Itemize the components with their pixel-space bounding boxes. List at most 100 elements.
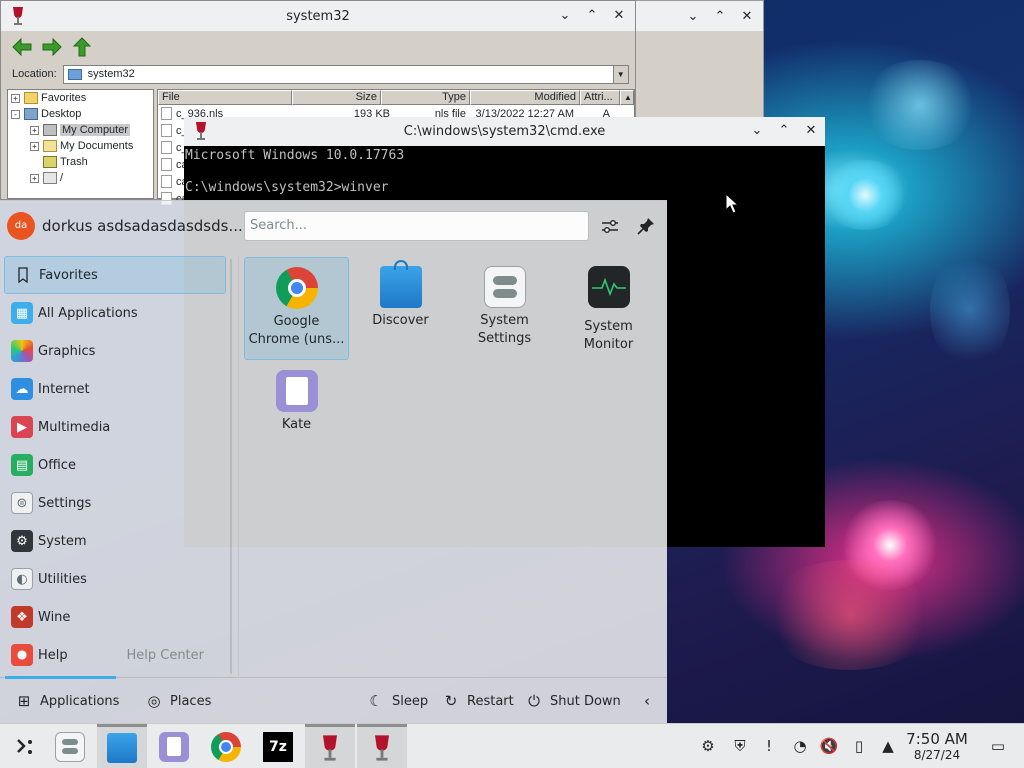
updates-icon[interactable]: ◔ <box>790 736 810 756</box>
wine-glass-icon <box>375 735 389 761</box>
minimize-icon[interactable]: ⌄ <box>557 8 573 23</box>
category-favorites[interactable]: Favorites <box>4 256 226 294</box>
column-size[interactable]: Size <box>292 90 381 105</box>
drive-icon <box>43 172 57 184</box>
tab-applications[interactable]: ⊞ Applications <box>14 678 120 724</box>
app-label: Settings <box>477 331 532 346</box>
help-center-link[interactable]: Help Center <box>126 648 204 663</box>
shutdown-button[interactable]: ⏻ Shut Down <box>524 678 621 724</box>
category-system[interactable]: ⚙ System <box>4 522 226 560</box>
clock[interactable]: 7:50 AM 8/27/24 <box>900 731 974 763</box>
show-desktop-icon[interactable]: ▭ <box>988 736 1008 756</box>
app-label: Monitor <box>583 337 634 352</box>
column-file[interactable]: File <box>158 90 292 105</box>
category-wine[interactable]: ❖ Wine <box>4 598 226 636</box>
more-button[interactable]: ‹ <box>637 678 663 724</box>
grid-icon: ▦ <box>11 302 33 324</box>
maximize-icon[interactable]: ⌃ <box>584 8 600 23</box>
expand-icon[interactable]: + <box>30 141 39 151</box>
expand-icon[interactable]: + <box>11 93 20 103</box>
close-icon[interactable]: ✕ <box>611 8 627 23</box>
launcher-button[interactable] <box>0 724 50 768</box>
tree-item-my-documents[interactable]: + My Documents <box>8 138 153 154</box>
compass-icon: ◎ <box>147 692 161 710</box>
category-all-applications[interactable]: ▦ All Applications <box>4 294 226 332</box>
app-kate[interactable]: Kate <box>244 361 349 464</box>
tree-item-favorites[interactable]: + Favorites <box>8 90 153 106</box>
avatar[interactable]: da <box>7 212 35 240</box>
forward-arrow-icon[interactable] <box>41 36 63 58</box>
scroll-up-icon[interactable]: ▲ <box>620 90 634 105</box>
maximize-icon[interactable]: ⌃ <box>776 123 792 138</box>
app-discover[interactable]: Discover <box>348 257 453 360</box>
close-icon[interactable]: ✕ <box>803 123 819 138</box>
back-arrow-icon[interactable] <box>11 36 33 58</box>
console-line: C:\windows\system32>winver <box>185 180 389 195</box>
sleep-icon: ☾ <box>369 692 383 710</box>
maximize-icon[interactable]: ⌃ <box>712 9 728 24</box>
app-system-monitor[interactable]: System Monitor <box>556 257 661 360</box>
network-icon[interactable]: ⚙ <box>698 736 718 756</box>
launcher-footer: ⊞ Applications ◎ Places ☾ Sleep ↻ Restar… <box>0 676 667 724</box>
minimize-icon[interactable]: ⌄ <box>685 9 701 24</box>
user-name: dorkus asdsadasdasdsds... <box>42 217 243 235</box>
button-label: Sleep <box>392 693 429 709</box>
dropdown-arrow-icon[interactable]: ▼ <box>612 65 628 83</box>
taskbar-wine-explorer[interactable] <box>305 724 355 768</box>
category-utilities[interactable]: ◐ Utilities <box>4 560 226 598</box>
category-help[interactable]: Help Help Center <box>4 636 226 674</box>
column-modified[interactable]: Modified <box>470 90 580 105</box>
notification-icon[interactable]: ! <box>759 736 779 756</box>
location-label: Location: <box>12 68 57 80</box>
tree-item-trash[interactable]: Trash <box>8 154 153 170</box>
close-icon[interactable]: ✕ <box>739 9 755 24</box>
expand-icon[interactable]: + <box>30 125 39 135</box>
system-settings-icon <box>55 731 85 762</box>
file-icon <box>161 141 172 154</box>
console-line: Microsoft Windows 10.0.17763 <box>185 148 405 163</box>
pin-icon[interactable] <box>635 215 657 237</box>
column-type[interactable]: Type <box>381 90 470 105</box>
collapse-icon[interactable]: - <box>11 109 20 119</box>
taskbar-kate[interactable] <box>149 724 199 768</box>
taskbar-system-settings[interactable] <box>45 724 95 768</box>
sliders-icon[interactable] <box>599 215 621 237</box>
scrollbar[interactable] <box>230 259 232 674</box>
expand-icon[interactable]: + <box>30 173 39 183</box>
button-label: Restart <box>467 693 514 709</box>
search-input[interactable]: Search... <box>244 211 589 241</box>
app-label: Google <box>273 314 320 329</box>
sleep-button[interactable]: ☾ Sleep <box>366 678 428 724</box>
category-label: System <box>38 533 87 549</box>
app-system-settings[interactable]: System Settings <box>452 257 557 360</box>
category-graphics[interactable]: Graphics <box>4 332 226 370</box>
taskbar-wine-cmd[interactable] <box>357 724 407 768</box>
taskbar-discover[interactable] <box>97 724 147 768</box>
location-input[interactable]: system32 ▼ <box>62 64 629 84</box>
tab-places[interactable]: ◎ Places <box>144 678 211 724</box>
restart-button[interactable]: ↻ Restart <box>441 678 514 724</box>
up-arrow-icon[interactable] <box>71 36 93 58</box>
tree-item-root[interactable]: + / <box>8 170 153 186</box>
documents-icon <box>43 140 57 152</box>
usb-icon[interactable]: ▯ <box>849 736 869 756</box>
minimize-icon[interactable]: ⌄ <box>749 123 765 138</box>
column-attributes[interactable]: Attri... <box>580 90 620 105</box>
cmd-titlebar[interactable]: C:\windows\system32\cmd.exe ⌄ ⌃ ✕ <box>184 117 825 146</box>
palette-icon <box>11 340 33 362</box>
tree-item-my-computer[interactable]: + My Computer <box>8 122 153 138</box>
location-bar: Location: system32 ▼ <box>1 63 635 85</box>
explorer-titlebar[interactable]: system32 ⌄ ⌃ ✕ <box>1 1 635 31</box>
app-google-chrome[interactable]: Google Chrome (uns... <box>244 257 349 360</box>
shield-icon[interactable]: ⛨ <box>730 736 750 756</box>
category-internet[interactable]: ☁ Internet <box>4 370 226 408</box>
category-multimedia[interactable]: ▶ Multimedia <box>4 408 226 446</box>
taskbar-7zip[interactable]: 7z <box>253 724 303 768</box>
category-settings[interactable]: ⊜ Settings <box>4 484 226 522</box>
category-office[interactable]: ▤ Office <box>4 446 226 484</box>
console-output[interactable]: Microsoft Windows 10.0.17763 C:\windows\… <box>184 146 825 198</box>
tree-item-desktop[interactable]: - Desktop <box>8 106 153 122</box>
volume-muted-icon[interactable]: 🔇 <box>819 736 839 756</box>
taskbar-chrome[interactable] <box>201 724 251 768</box>
chevron-up-icon[interactable]: ▲ <box>878 736 898 756</box>
